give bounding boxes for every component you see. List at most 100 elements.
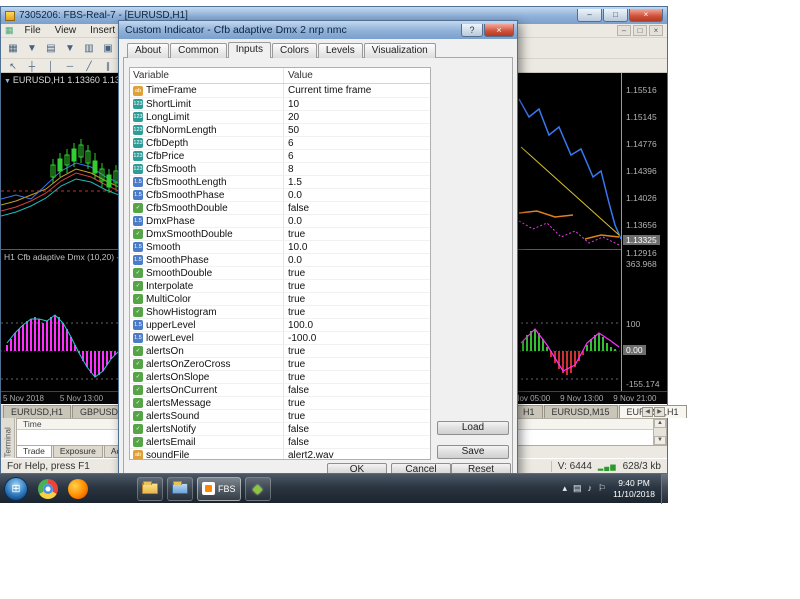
dialog-tab[interactable]: Levels (317, 43, 363, 58)
child-minimize-icon[interactable]: – (617, 25, 631, 36)
param-row[interactable]: ✓ alertsOnZeroCross true (130, 357, 430, 370)
param-row[interactable]: ✓ alertsSound true (130, 409, 430, 422)
param-row[interactable]: ✓ ShowHistogram true (130, 305, 430, 318)
param-value[interactable]: 1.5 (284, 177, 430, 188)
param-row[interactable]: ✓ alertsMessage true (130, 396, 430, 409)
load-button[interactable]: Load (437, 421, 509, 435)
param-value[interactable]: 6 (284, 151, 430, 162)
firefox-icon[interactable] (68, 478, 88, 499)
dialog-tab[interactable]: About (127, 43, 170, 58)
save-button[interactable]: Save (437, 445, 509, 459)
profiles-dropdown[interactable]: ▼ (61, 40, 79, 56)
new-chart-button[interactable]: ▦ (4, 40, 22, 56)
param-value[interactable]: true (284, 268, 430, 279)
close-button[interactable]: × (629, 9, 663, 22)
scroll-up-icon[interactable]: ▲ (654, 419, 666, 428)
dialog-tab[interactable]: Visualization (363, 43, 436, 58)
dialog-tab[interactable]: Inputs (227, 42, 271, 58)
param-value[interactable]: false (284, 385, 430, 396)
action-center-flag-icon[interactable]: ⚐ (595, 483, 609, 494)
param-row[interactable]: 123 CfbSmooth 8 (130, 162, 430, 175)
volume-icon[interactable]: ♪ (585, 483, 596, 494)
param-value[interactable]: false (284, 437, 430, 448)
param-value[interactable]: 20 (284, 112, 430, 123)
chart-dropdown-icon[interactable]: ▼ (4, 78, 13, 85)
param-value[interactable]: 10 (284, 99, 430, 110)
chart-tab[interactable]: EURUSD,H1 (3, 405, 72, 418)
channel-button[interactable]: ∥ (99, 60, 117, 72)
trendline-button[interactable]: ╱ (80, 60, 98, 72)
chart-dropdown[interactable]: ▼ (23, 40, 41, 56)
param-row[interactable]: ✓ alertsEmail false (130, 435, 430, 448)
vertical-line-button[interactable]: │ (42, 60, 60, 72)
param-row[interactable]: 1.5 SmoothPhase 0.0 (130, 253, 430, 266)
param-row[interactable]: ✓ CfbSmoothDouble false (130, 201, 430, 214)
param-row[interactable]: 1.5 DmxPhase 0.0 (130, 214, 430, 227)
tabs-scroll-right-icon[interactable]: ▶ (654, 407, 665, 417)
crosshair-button[interactable]: ┼ (23, 60, 41, 72)
child-close-icon[interactable]: × (649, 25, 663, 36)
param-value[interactable]: alert2.wav (284, 450, 430, 460)
param-row[interactable]: ab soundFile alert2.wav (130, 448, 430, 460)
param-value[interactable]: true (284, 281, 430, 292)
param-value[interactable]: 10.0 (284, 242, 430, 253)
param-value[interactable]: true (284, 359, 430, 370)
param-row[interactable]: ✓ alertsOnCurrent false (130, 383, 430, 396)
param-row[interactable]: 1.5 upperLevel 100.0 (130, 318, 430, 331)
keyboard-icon[interactable]: ▤ (570, 483, 585, 494)
param-value[interactable]: -100.0 (284, 333, 430, 344)
param-row[interactable]: ✓ alertsOn true (130, 344, 430, 357)
horizontal-line-button[interactable]: ─ (61, 60, 79, 72)
taskbar-clock[interactable]: 9:40 PM 11/10/2018 (613, 478, 655, 499)
dialog-help-button[interactable]: ? (461, 23, 483, 37)
chart-tab[interactable]: EURUSD,M15 (543, 405, 618, 418)
param-value[interactable]: 0.0 (284, 255, 430, 266)
terminal-tab[interactable]: Trade (16, 446, 52, 458)
param-row[interactable]: ✓ alertsOnSlope true (130, 370, 430, 383)
taskbar-folder-button[interactable] (137, 476, 163, 501)
dialog-close-button[interactable]: × (484, 23, 514, 37)
terminal-tab[interactable]: Exposure (52, 446, 103, 458)
param-value[interactable]: 8 (284, 164, 430, 175)
param-row[interactable]: ✓ MultiColor true (130, 292, 430, 305)
param-row[interactable]: ab TimeFrame Current time frame (130, 84, 430, 97)
param-row[interactable]: 123 CfbNormLength 50 (130, 123, 430, 136)
param-value[interactable]: 6 (284, 138, 430, 149)
param-row[interactable]: 123 CfbDepth 6 (130, 136, 430, 149)
param-row[interactable]: 123 LongLimit 20 (130, 110, 430, 123)
param-value[interactable]: true (284, 372, 430, 383)
hidden-icons-icon[interactable]: ▴ (559, 483, 570, 494)
param-value[interactable]: true (284, 411, 430, 422)
param-value[interactable]: false (284, 424, 430, 435)
param-row[interactable]: ✓ SmoothDouble true (130, 266, 430, 279)
param-row[interactable]: 1.5 CfbSmoothPhase 0.0 (130, 188, 430, 201)
param-row[interactable]: 1.5 Smooth 10.0 (130, 240, 430, 253)
show-desktop-button[interactable] (661, 473, 668, 504)
param-row[interactable]: ✓ Interpolate true (130, 279, 430, 292)
chart-system-menu-icon[interactable]: ▦ (1, 25, 18, 36)
maximize-button[interactable]: □ (603, 9, 628, 22)
param-value[interactable]: true (284, 398, 430, 409)
dialog-tab[interactable]: Common (170, 43, 227, 58)
chart-tab[interactable]: H1 (515, 405, 543, 418)
param-value[interactable]: true (284, 294, 430, 305)
taskbar-fbs-button[interactable]: FBS (197, 476, 241, 501)
param-value[interactable]: 0.0 (284, 190, 430, 201)
cursor-button[interactable]: ↖ (4, 60, 22, 72)
minimize-button[interactable]: – (577, 9, 602, 22)
profiles-button[interactable]: ▤ (42, 40, 60, 56)
menu-item[interactable]: View (48, 25, 84, 36)
param-value[interactable]: true (284, 346, 430, 357)
chrome-icon[interactable] (38, 478, 58, 499)
terminal-scrollbar[interactable]: ▲ ▼ (653, 419, 666, 445)
param-value[interactable]: Current time frame (284, 85, 430, 96)
param-row[interactable]: 1.5 CfbSmoothLength 1.5 (130, 175, 430, 188)
market-watch-button[interactable]: ▥ (80, 40, 98, 56)
menu-item[interactable]: File (18, 25, 48, 36)
param-value[interactable]: 100.0 (284, 320, 430, 331)
param-row[interactable]: 123 ShortLimit 10 (130, 97, 430, 110)
param-value[interactable]: 0.0 (284, 216, 430, 227)
taskbar-explorer-button[interactable] (167, 476, 193, 501)
tabs-scroll-left-icon[interactable]: ◀ (642, 407, 653, 417)
param-row[interactable]: ✓ alertsNotify false (130, 422, 430, 435)
